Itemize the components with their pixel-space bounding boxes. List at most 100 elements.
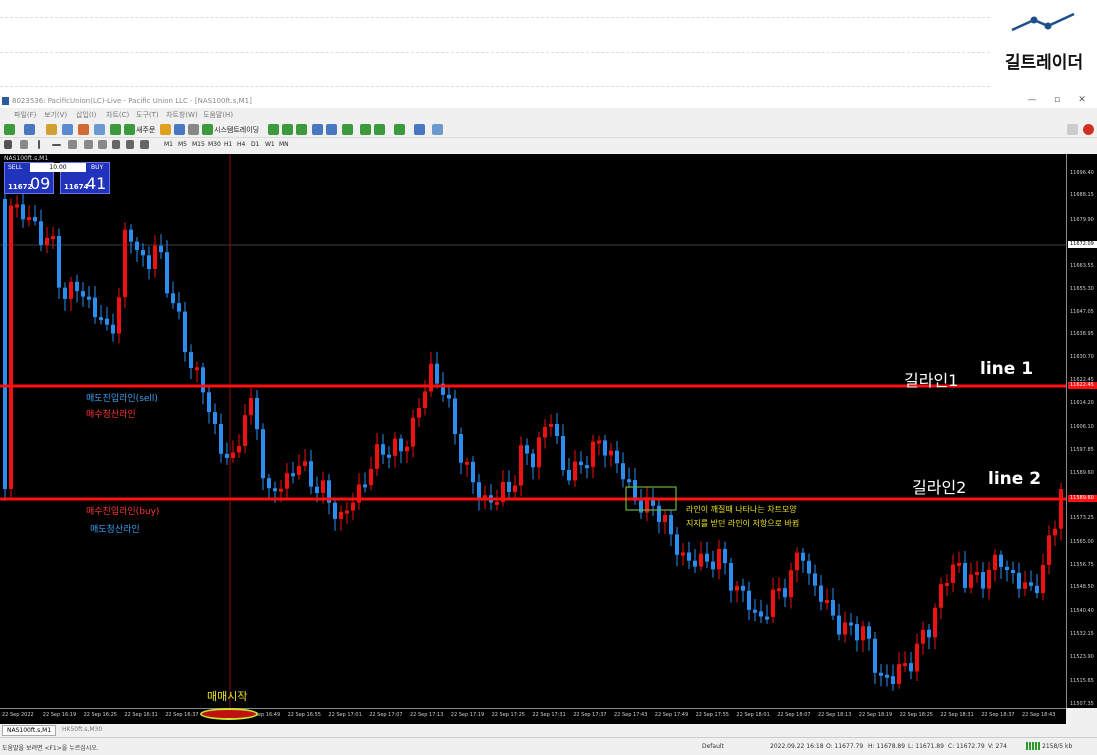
vertical-line-icon[interactable] — [38, 140, 40, 149]
candle-body — [663, 514, 667, 523]
buy-entry-line-label: 매수진입라인(buy) — [86, 507, 160, 517]
candle-body — [813, 573, 817, 586]
metaeditor-icon[interactable] — [160, 124, 171, 135]
candle-body — [567, 469, 571, 481]
text-icon[interactable] — [112, 140, 120, 149]
blog-logo[interactable]: 길트레이더 — [994, 4, 1094, 73]
candle-body — [909, 663, 913, 672]
candle-body — [825, 600, 829, 604]
price-axis-label: 11630.70 — [1070, 354, 1094, 360]
terminal-icon[interactable] — [94, 124, 105, 135]
tab-hk50[interactable]: HK50ft.s,M30 — [58, 725, 106, 736]
time-axis[interactable]: 22 Sep 2022 22 Sep 16:19 22 Sep 16:25 22 Se… — [0, 708, 1066, 724]
trading-platform-window: 8023536: PacificUnion(LC)-Live - Pacific… — [0, 94, 1097, 755]
profiles-icon[interactable] — [24, 124, 35, 135]
candle-chart-icon[interactable] — [282, 124, 293, 135]
timeframe-h4[interactable]: H4 — [237, 141, 245, 148]
timeframe-mn[interactable]: MN — [279, 141, 289, 148]
candle-body — [339, 511, 343, 519]
menu-tools[interactable]: 도구(T) — [136, 110, 159, 120]
maximize-button[interactable]: ▫ — [1050, 95, 1064, 105]
timeframe-d1[interactable]: D1 — [251, 141, 259, 148]
menu-chart[interactable]: 차트(C) — [106, 110, 129, 120]
auto-trading-icon[interactable] — [202, 124, 213, 135]
crosshair-icon[interactable] — [20, 140, 28, 149]
candle-body — [345, 510, 349, 514]
periods-icon[interactable] — [414, 124, 425, 135]
candle-body — [171, 293, 175, 304]
candle-body — [885, 674, 889, 678]
data-window-icon[interactable] — [62, 124, 73, 135]
zoom-out-icon[interactable] — [326, 124, 337, 135]
arrows-icon[interactable] — [140, 140, 149, 149]
timeframe-m1[interactable]: M1 — [164, 141, 173, 148]
candle-body — [891, 676, 895, 685]
candle-body — [183, 311, 187, 353]
navigator-icon[interactable] — [78, 124, 89, 135]
templates-icon[interactable] — [432, 124, 443, 135]
channel-icon[interactable] — [84, 140, 93, 149]
menu-view[interactable]: 보기(V) — [44, 110, 67, 120]
time-axis-label: 22 Sep 18:19 — [858, 712, 893, 718]
lot-size-input[interactable]: 10.00 — [30, 163, 86, 172]
signals-icon[interactable] — [188, 124, 199, 135]
bar-chart-icon[interactable] — [268, 124, 279, 135]
indicators-icon[interactable] — [394, 124, 405, 135]
zoom-in-icon[interactable] — [312, 124, 323, 135]
price-axis-label: 11696.40 — [1070, 170, 1094, 176]
price-axis-label: 11548.50 — [1070, 584, 1094, 590]
candle-body — [573, 461, 577, 481]
candle-body — [261, 429, 265, 479]
search-icon[interactable] — [1067, 124, 1078, 135]
tester-icon[interactable] — [110, 124, 121, 135]
timeframe-m30[interactable]: M30 — [208, 141, 221, 148]
timeframe-m5[interactable]: M5 — [178, 141, 187, 148]
candle-body — [1005, 566, 1009, 570]
tile-windows-icon[interactable] — [342, 124, 353, 135]
timeframe-m15[interactable]: M15 — [192, 141, 205, 148]
trendline-icon[interactable] — [68, 140, 77, 149]
timeframe-h1[interactable]: H1 — [224, 141, 232, 148]
candle-body — [951, 564, 955, 583]
menu-insert[interactable]: 삽입(I) — [76, 110, 96, 120]
candle-body — [33, 217, 37, 222]
candle-body — [201, 367, 205, 393]
time-axis-label: 22 Sep 17:13 — [410, 712, 444, 718]
candle-body — [807, 560, 811, 574]
new-order-button[interactable]: 새주문 — [136, 125, 155, 135]
trend-line-icon — [1011, 12, 1075, 32]
horizontal-line-icon[interactable] — [52, 144, 61, 146]
label-icon[interactable] — [126, 140, 134, 149]
new-order-icon[interactable] — [124, 124, 135, 135]
close-button[interactable]: ✕ — [1075, 95, 1089, 105]
auto-trading-button[interactable]: 시스템트레이딩 — [214, 125, 259, 135]
timeframe-w1[interactable]: W1 — [265, 141, 275, 148]
new-chart-icon[interactable] — [4, 124, 15, 135]
candle-body — [735, 585, 739, 591]
minimize-button[interactable]: — — [1025, 95, 1039, 105]
candle-body — [939, 584, 943, 608]
time-axis-label: 22 Sep 16:31 — [124, 712, 158, 718]
market-watch-icon[interactable] — [46, 124, 57, 135]
chart-shift-icon[interactable] — [374, 124, 385, 135]
autoscroll-icon[interactable] — [360, 124, 371, 135]
candle-body — [9, 205, 13, 489]
candle-body — [717, 548, 721, 570]
menu-help[interactable]: 도움말(H) — [203, 110, 233, 120]
price-axis-label: 11540.40 — [1070, 608, 1094, 614]
price-axis[interactable]: 11696.40 11688.15 11679.90 11663.55 11655.30… — [1066, 154, 1097, 708]
alert-icon[interactable] — [1083, 124, 1094, 135]
menu-window[interactable]: 차트창(W) — [166, 110, 198, 120]
price-chart[interactable]: NAS100ft.s,M1 SELL 11672 09 10.00 BUY 11… — [0, 154, 1066, 708]
cursor-icon[interactable] — [4, 140, 12, 149]
time-axis-label: 22 Sep 17:07 — [369, 712, 403, 718]
menu-file[interactable]: 파일(F) — [14, 110, 36, 120]
fibonacci-icon[interactable] — [98, 140, 107, 149]
candle-body — [237, 445, 241, 453]
line-chart-icon[interactable] — [296, 124, 307, 135]
tab-nas100[interactable]: NAS100ft.s,M1 — [2, 725, 57, 736]
candle-body — [819, 585, 823, 602]
print-icon[interactable] — [174, 124, 185, 135]
time-axis-label: 22 Sep 17:19 — [450, 712, 485, 718]
candlestick-chart[interactable] — [0, 154, 1066, 708]
